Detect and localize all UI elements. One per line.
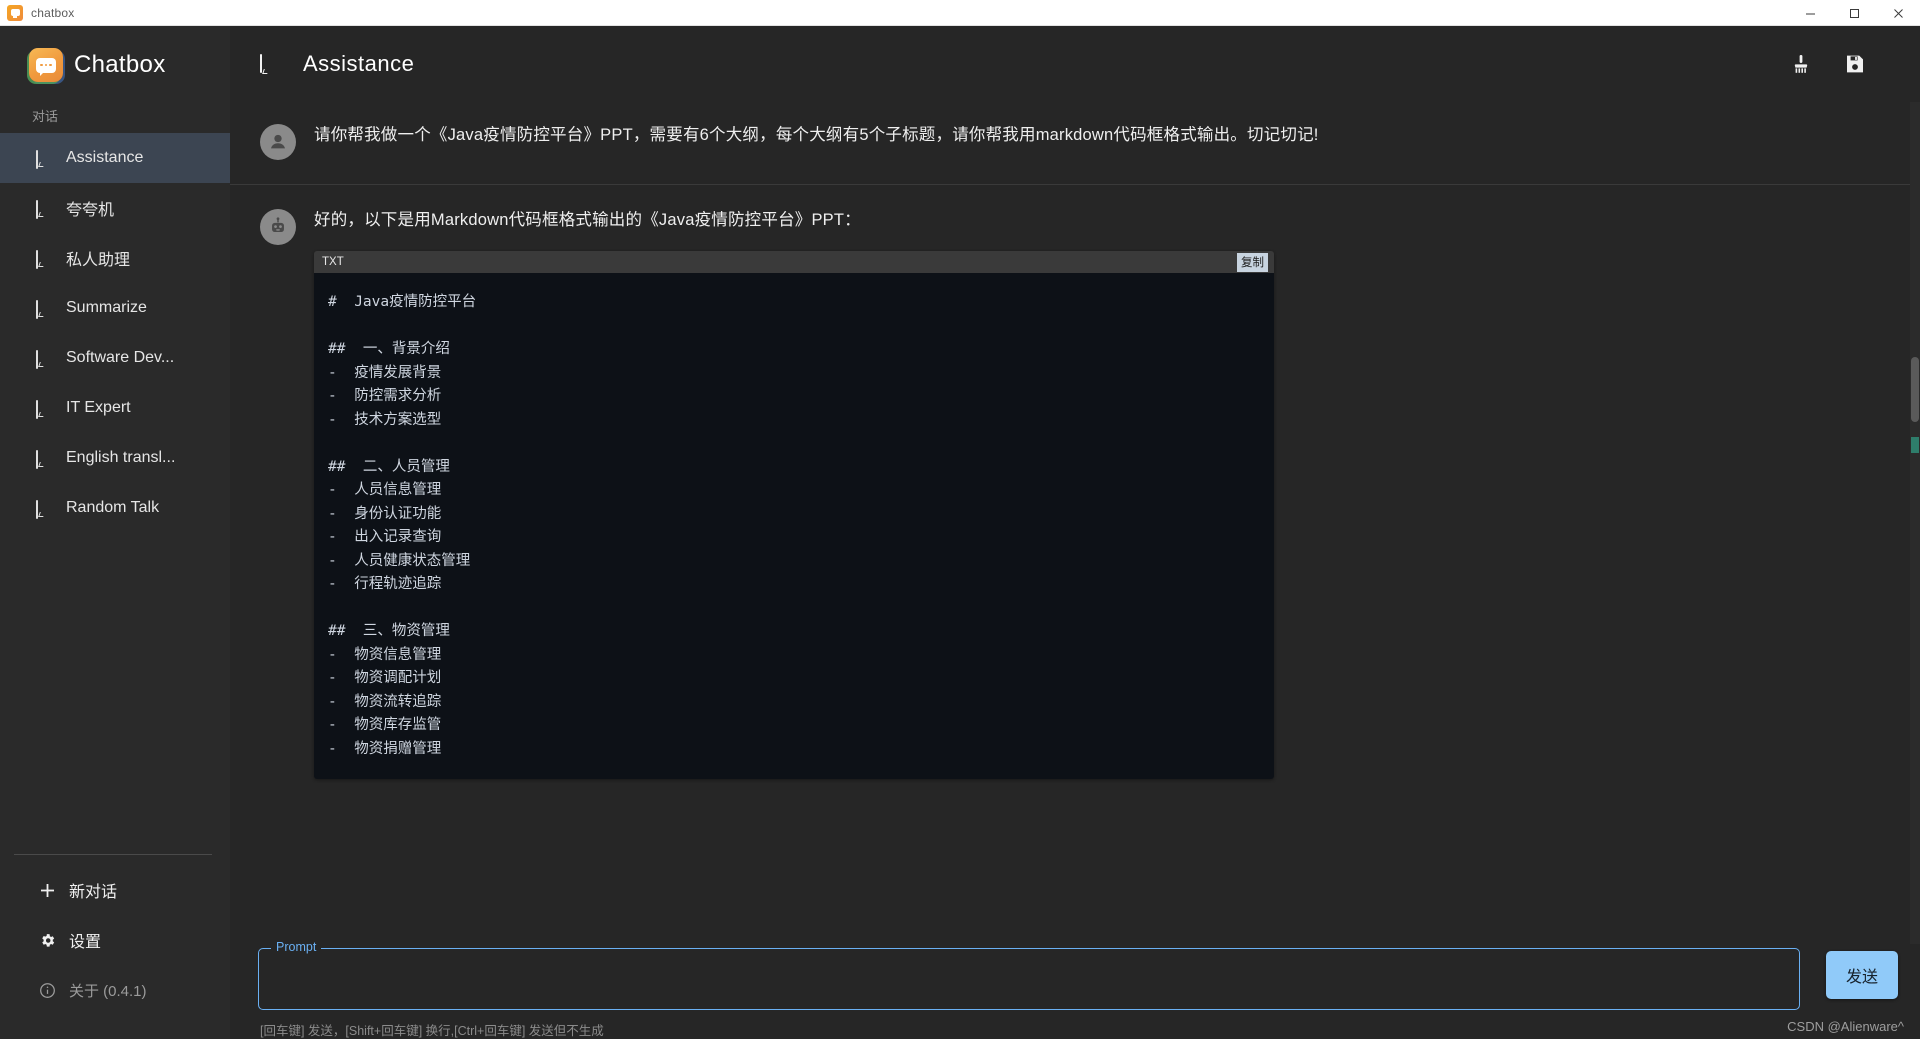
prompt-wrapper: Prompt [回车键] 发送，[Shift+回车键] 换行,[Ctrl+回车键… [258,940,1800,1039]
floppy-disk-save-icon[interactable] [1842,51,1868,77]
code-block-header: TXT 复制 [314,251,1274,274]
sidebar-item-assistance[interactable]: Assistance [0,133,230,183]
scrollbar-thumb[interactable] [1911,357,1919,422]
code-block-content: # Java疫情防控平台 ## 一、背景介绍 - 疫情发展背景 - 防控需求分析… [314,273,1274,780]
page-title: Assistance [303,51,415,76]
send-button[interactable]: 发送 [1826,951,1898,999]
scrollbar-marker [1911,437,1919,453]
conversations-section-label: 对话 [32,109,59,124]
sidebar-item-label: Software Dev... [66,349,175,366]
sidebar-item-label: Assistance [66,149,144,166]
new-conversation-label: 新对话 [69,884,118,901]
chat-bubble-icon [36,149,53,169]
watermark: CSDN @Alienware^ [1787,1019,1904,1034]
chat-bubble-icon [36,299,53,319]
chat-bubble-icon [36,249,53,269]
window-close-button[interactable] [1876,0,1920,26]
chat-bubble-icon [36,199,53,219]
code-language-label: TXT [322,256,344,269]
window-title-bar: chatbox [0,0,1920,26]
prompt-legend: Prompt [271,940,322,954]
prompt-field[interactable]: Prompt [258,940,1800,1010]
message-body: 好的，以下是用Markdown代码框格式输出的《Java疫情防控平台》PPT： … [314,207,1880,780]
sidebar: Chatbox 对话 Assistance 夸夸机 私人助理 Summarize [0,26,230,1039]
message-scroll-area[interactable]: 请你帮我做一个《Java疫情防控平台》PPT，需要有6个大纲，每个大纲有5个子标… [230,102,1920,944]
sidebar-item-label: 私人助理 [66,252,131,269]
plus-icon [38,881,56,899]
sidebar-item-software-dev[interactable]: Software Dev... [0,333,230,383]
main-header: Assistance [230,26,1920,102]
message-text: 好的，以下是用Markdown代码框格式输出的《Java疫情防控平台》PPT： [314,211,861,229]
chatbox-logo-icon [29,48,63,82]
message-body: 请你帮我做一个《Java疫情防控平台》PPT，需要有6个大纲，每个大纲有5个子标… [314,122,1880,160]
brand-name: Chatbox [74,51,166,78]
chat-bubble-icon [36,349,53,369]
message-text: 请你帮我做一个《Java疫情防控平台》PPT，需要有6个大纲，每个大纲有5个子标… [314,126,1319,144]
sidebar-item-label: Summarize [66,299,147,316]
user-avatar-icon [260,124,296,160]
window-controls [1788,0,1920,26]
sidebar-item-summarize[interactable]: Summarize [0,283,230,333]
prompt-input[interactable] [259,949,1799,1009]
vertical-scrollbar[interactable] [1910,102,1920,944]
window-minimize-button[interactable] [1788,0,1832,26]
bot-avatar-icon [260,209,296,245]
sidebar-item-personal-assistant[interactable]: 私人助理 [0,233,230,283]
about-label: 关于 (0.4.1) [69,982,147,1000]
chat-bubble-icon [260,54,281,74]
gear-icon [38,931,56,949]
app-root: Chatbox 对话 Assistance 夸夸机 私人助理 Summarize [0,26,1920,1039]
chat-bubble-icon [36,399,53,419]
settings-button[interactable]: 设置 [0,915,230,965]
sidebar-item-random-talk[interactable]: Random Talk [0,483,230,533]
sidebar-item-label: IT Expert [66,399,131,416]
code-block: TXT 复制 # Java疫情防控平台 ## 一、背景介绍 - 疫情发展背景 -… [314,251,1274,780]
chat-bubble-icon [36,449,53,469]
sidebar-item-english-translate[interactable]: English transl... [0,433,230,483]
settings-label: 设置 [69,934,102,951]
composer: Prompt [回车键] 发送，[Shift+回车键] 换行,[Ctrl+回车键… [230,940,1920,1039]
sidebar-item-label: Random Talk [66,499,160,516]
info-circle-icon [38,981,56,999]
about-button[interactable]: 关于 (0.4.1) [0,965,230,1015]
copy-code-button[interactable]: 复制 [1237,252,1268,272]
broom-icon[interactable] [1788,51,1814,77]
sidebar-footer: 新对话 设置 关于 (0.4.1) [0,855,230,1039]
window-maximize-button[interactable] [1832,0,1876,26]
message-assistant: 好的，以下是用Markdown代码框格式输出的《Java疫情防控平台》PPT： … [230,185,1920,798]
window-app-icon [7,4,23,21]
main-panel: Assistance 请你帮我做一个《Java疫情防控平台》PPT，需要有6个大… [230,26,1920,1039]
new-conversation-button[interactable]: 新对话 [0,865,230,915]
message-user: 请你帮我做一个《Java疫情防控平台》PPT，需要有6个大纲，每个大纲有5个子标… [230,102,1920,185]
sidebar-item-label: English transl... [66,449,176,466]
composer-hint: [回车键] 发送，[Shift+回车键] 换行,[Ctrl+回车键] 发送但不生… [260,1024,604,1038]
header-actions [1788,51,1868,77]
sidebar-item-it-expert[interactable]: IT Expert [0,383,230,433]
conversation-list: Assistance 夸夸机 私人助理 Summarize Software D… [0,133,230,533]
brand: Chatbox [0,26,230,100]
sidebar-item-kuakuaji[interactable]: 夸夸机 [0,183,230,233]
window-title: chatbox [31,5,75,20]
sidebar-item-label: 夸夸机 [66,202,115,219]
chat-bubble-icon [36,499,53,519]
